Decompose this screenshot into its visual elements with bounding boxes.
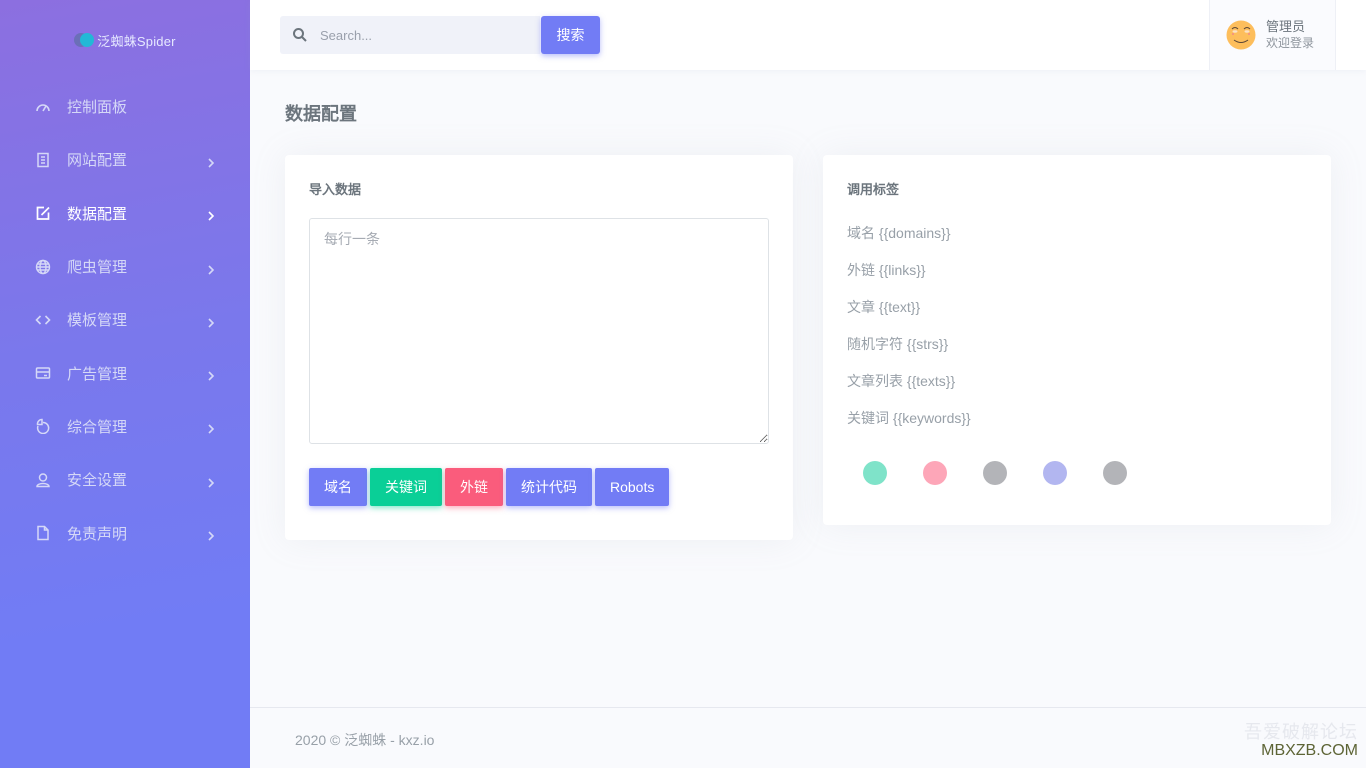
tag-item-domains: 域名 {{domains}} (847, 225, 951, 241)
sidebar-item-ads[interactable]: 广告管理 (0, 346, 250, 399)
user-menu[interactable]: 管理员 欢迎登录 (1209, 0, 1336, 70)
color-dots (863, 461, 1163, 485)
tag-item-keywords: 关键词 {{keywords}} (847, 410, 971, 426)
color-dot (923, 461, 947, 485)
color-dot (983, 461, 1007, 485)
user-name: 管理员 (1266, 19, 1306, 34)
import-robots-button[interactable]: Robots (595, 468, 670, 506)
footer-text: 2020 © 泛蜘蛛 - kxz.io (295, 732, 435, 748)
tag-item-links: 外链 {{links}} (847, 262, 926, 278)
sidebar-item-label: 控制面板 (67, 99, 128, 117)
chevron-right-icon (206, 368, 216, 381)
user-icon (34, 471, 52, 489)
sidebar-item-label: 网站配置 (67, 152, 128, 170)
sidebar-item-crawler[interactable]: 爬虫管理 (0, 240, 250, 293)
import-data-card: 导入数据 域名 关键词 外链 统计代码 Robots (285, 155, 793, 540)
tag-item-text: 文章 {{text}} (847, 299, 921, 315)
sidebar: 泛蜘蛛Spider 控制面板 网站配置 数据配置 爬虫管理 模板管理 广告管理 … (0, 0, 250, 768)
code-icon (34, 311, 52, 329)
chevron-right-icon (206, 475, 216, 488)
import-stats-code-button[interactable]: 统计代码 (506, 468, 592, 506)
sidebar-item-dashboard[interactable]: 控制面板 (0, 80, 250, 133)
search-input[interactable] (320, 27, 520, 43)
sidebar-item-template[interactable]: 模板管理 (0, 293, 250, 346)
card-title: 导入数据 (309, 182, 362, 197)
card-icon (34, 364, 52, 382)
sidebar-item-label: 免责声明 (67, 525, 128, 543)
tag-item-strs: 随机字符 {{strs}} (847, 336, 949, 352)
watermark-line2: MBXZB.COM (1261, 742, 1358, 759)
user-info: 管理员 欢迎登录 (1266, 19, 1314, 51)
chevron-right-icon (206, 315, 216, 328)
chevron-right-icon (206, 155, 216, 168)
speedometer-icon (34, 98, 52, 116)
sidebar-item-label: 爬虫管理 (67, 259, 128, 277)
file-icon (34, 524, 52, 542)
sidebar-item-label: 综合管理 (67, 418, 128, 436)
brand-name: 泛蜘蛛Spider (97, 33, 176, 49)
page-title: 数据配置 (285, 104, 357, 124)
chevron-right-icon (206, 208, 216, 221)
sidebar-item-security[interactable]: 安全设置 (0, 453, 250, 506)
user-subtitle: 欢迎登录 (1266, 36, 1315, 50)
search-button[interactable]: 搜索 (541, 16, 600, 54)
import-links-button[interactable]: 外链 (445, 468, 503, 506)
sidebar-item-data-config[interactable]: 数据配置 (0, 187, 250, 240)
import-keywords-button[interactable]: 关键词 (370, 468, 442, 506)
sidebar-nav: 控制面板 网站配置 数据配置 爬虫管理 模板管理 广告管理 综合管理 安全设置 … (0, 80, 250, 560)
color-dot (863, 461, 887, 485)
document-list-icon (34, 151, 52, 169)
search-icon (293, 28, 307, 42)
color-dot (1043, 461, 1067, 485)
chevron-right-icon (206, 421, 216, 434)
color-dot (1103, 461, 1127, 485)
import-textarea[interactable] (309, 218, 769, 444)
sidebar-item-disclaimer[interactable]: 免责声明 (0, 506, 250, 559)
sidebar-item-general[interactable]: 综合管理 (0, 400, 250, 453)
chevron-right-icon (206, 262, 216, 275)
call-tags-card: 调用标签 域名 {{domains}} 外链 {{links}} 文章 {{te… (823, 155, 1331, 525)
sidebar-item-site-config[interactable]: 网站配置 (0, 133, 250, 186)
tag-list: 域名 {{domains}} 外链 {{links}} 文章 {{text}} … (847, 222, 971, 444)
brand-logo-icon (74, 32, 95, 48)
sidebar-item-label: 数据配置 (67, 205, 128, 223)
sidebar-item-label: 广告管理 (67, 365, 128, 383)
import-domains-button[interactable]: 域名 (309, 468, 367, 506)
brand[interactable]: 泛蜘蛛Spider (0, 30, 250, 50)
sidebar-item-label: 安全设置 (67, 472, 128, 490)
pie-chart-icon (34, 417, 52, 435)
avatar (1226, 20, 1256, 50)
watermark: 吾爱破解论坛 MBXZB.COM (1244, 722, 1358, 760)
topbar: 搜索 管理员 欢迎登录 (250, 0, 1366, 70)
globe-icon (34, 258, 52, 276)
footer: 2020 © 泛蜘蛛 - kxz.io 吾爱破解论坛 MBXZB.COM (250, 707, 1366, 768)
sidebar-item-label: 模板管理 (67, 312, 128, 330)
watermark-line1: 吾爱破解论坛 (1244, 722, 1358, 742)
import-button-row: 域名 关键词 外链 统计代码 Robots (309, 468, 672, 506)
search-box (280, 16, 540, 54)
edit-icon (34, 204, 52, 222)
tag-item-texts: 文章列表 {{texts}} (847, 373, 956, 389)
card-title: 调用标签 (847, 182, 900, 197)
chevron-right-icon (206, 528, 216, 541)
